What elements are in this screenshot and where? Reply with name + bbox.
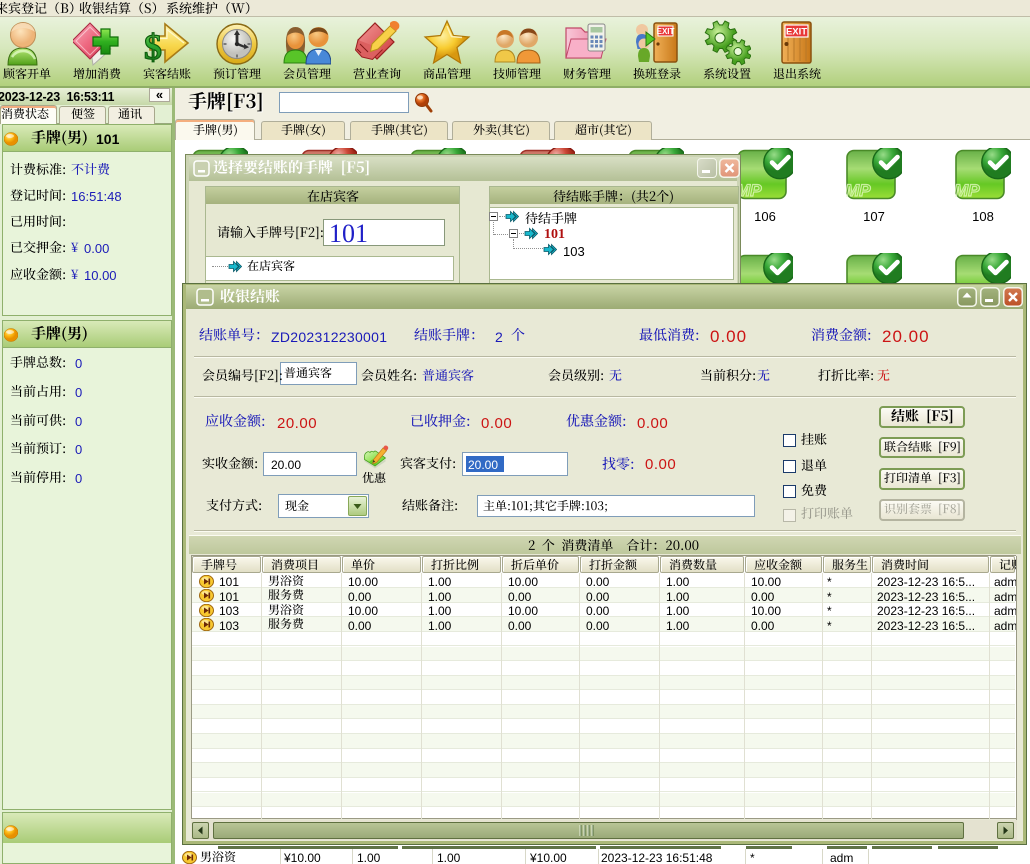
svg-text:EXIT: EXIT [657, 27, 675, 36]
svg-text:EXIT: EXIT [786, 27, 807, 38]
svg-text:MP: MP [846, 181, 871, 200]
svg-text:MP: MP [955, 181, 980, 200]
svg-text:$: $ [144, 27, 162, 67]
